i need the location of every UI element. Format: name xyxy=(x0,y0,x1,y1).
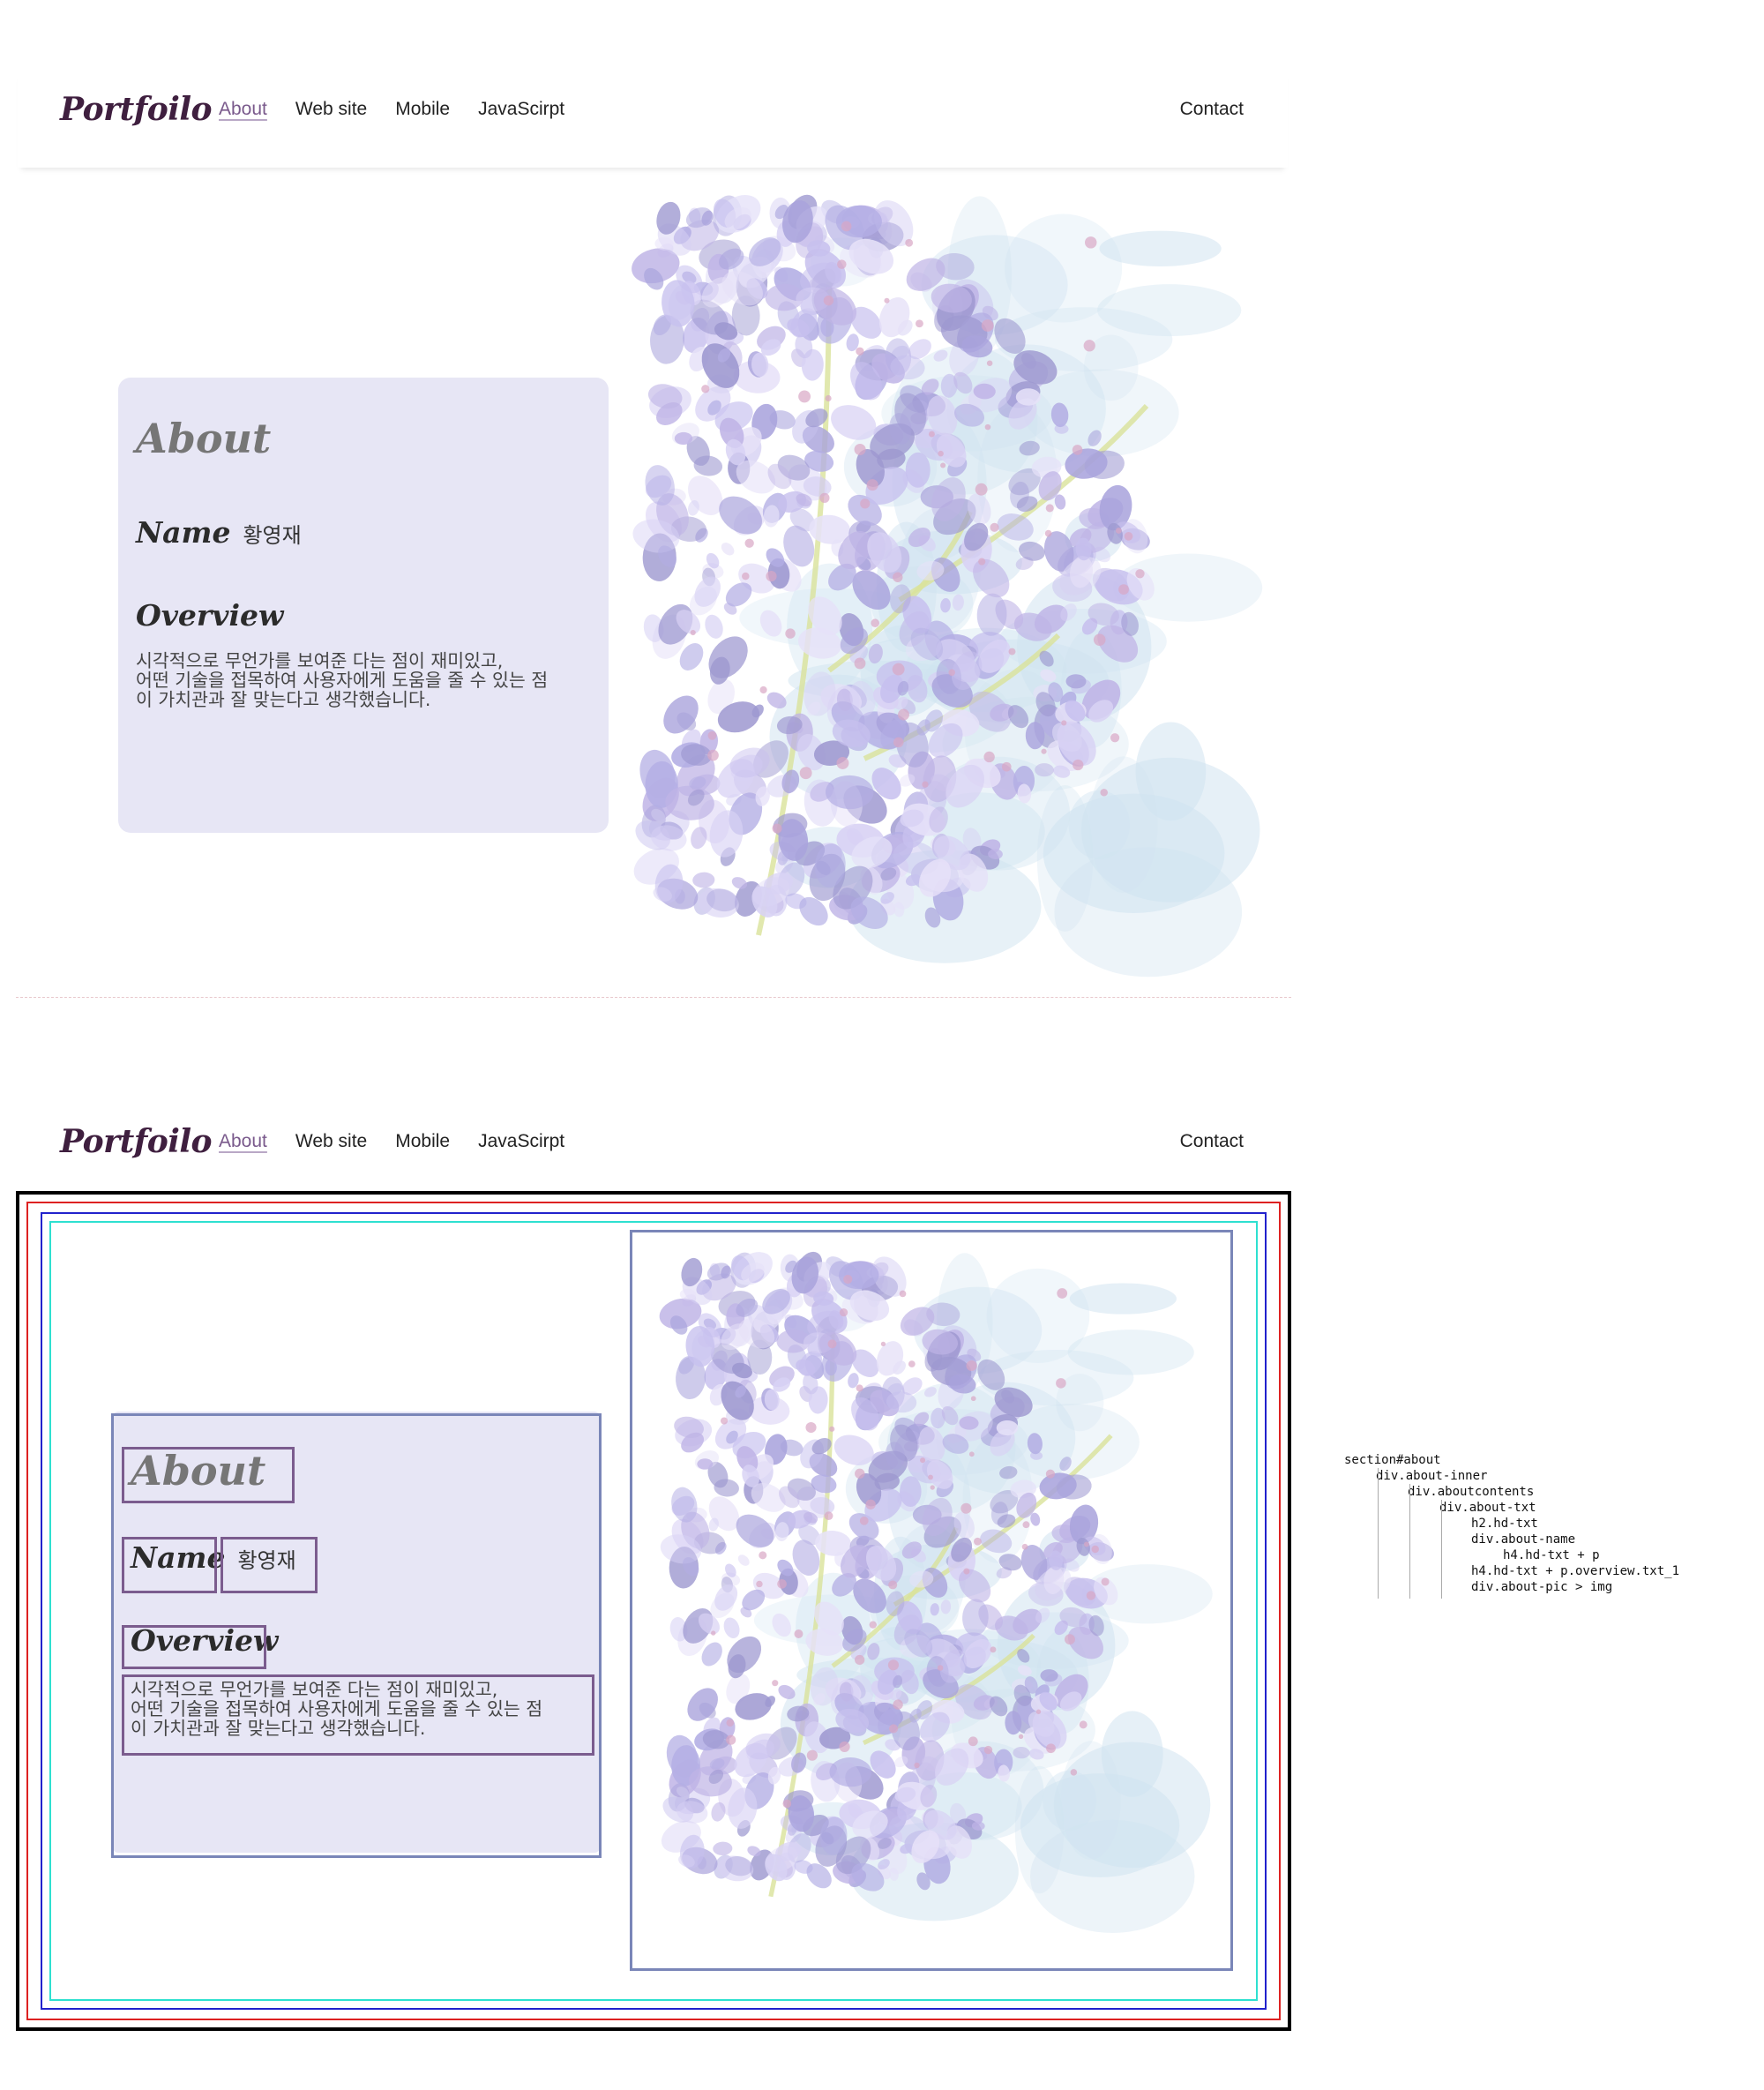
nav-mobile-link[interactable]: Mobile xyxy=(395,1131,450,1152)
overview-line: 이 가치관과 잘 맞는다고 생각했습니다. xyxy=(136,689,431,710)
nav-mobile-link[interactable]: Mobile xyxy=(395,99,450,120)
about-text-card: About Name 황영재 Overview 시각적으로 무언가를 보여준 다… xyxy=(113,1412,600,1853)
name-value: 황영재 xyxy=(237,1548,296,1573)
dom-tree-row: h2.hd-txt xyxy=(1471,1517,1538,1531)
about-name: Name 황영재 xyxy=(131,1540,296,1575)
dom-tree-row: h4.hd-txt + p xyxy=(1503,1548,1600,1562)
nav-contact-link[interactable]: Contact xyxy=(1180,99,1244,120)
tree-guide-line xyxy=(1378,1468,1379,1599)
name-value: 황영재 xyxy=(243,523,302,548)
about-heading: About xyxy=(131,1447,266,1494)
overview-line: 시각적으로 무언가를 보여준 다는 점이 재미있고, xyxy=(136,650,504,671)
dom-tree-row: section#about xyxy=(1344,1453,1441,1467)
dom-tree-row: h4.hd-txt + p.overview.txt_1 xyxy=(1471,1564,1680,1578)
overview-line: 어떤 기술을 접목하여 사용자에게 도움을 줄 수 있는 점 xyxy=(131,1698,543,1719)
about-pic xyxy=(632,1205,1235,1943)
about-section: About Name 황영재 Overview 시각적으로 무언가를 보여준 다… xyxy=(18,168,1288,997)
wisteria-image xyxy=(659,1251,1213,1933)
about-heading: About xyxy=(136,415,272,462)
logo[interactable]: Portfoilo xyxy=(60,1123,213,1160)
nav-website-link[interactable]: Web site xyxy=(295,99,367,120)
logo[interactable]: Portfoilo xyxy=(60,91,213,128)
tree-guide-line xyxy=(1409,1484,1410,1599)
name-label: Name xyxy=(131,1540,226,1575)
about-text-card: About Name 황영재 Overview 시각적으로 무언가를 보여준 다… xyxy=(118,378,609,833)
nav-about-link[interactable]: About xyxy=(219,99,267,120)
overview-text: 시각적으로 무언가를 보여준 다는 점이 재미있고, 어떤 기술을 접목하여 사… xyxy=(136,651,591,709)
overview-line: 어떤 기술을 접목하여 사용자에게 도움을 줄 수 있는 점 xyxy=(136,670,549,691)
name-label: Name xyxy=(136,515,231,550)
nav-menu: About Web site Mobile JavaScirpt xyxy=(219,1131,564,1152)
about-name: Name 황영재 xyxy=(136,515,302,550)
nav-about-link[interactable]: About xyxy=(219,1131,267,1152)
overview-label: Overview xyxy=(131,1623,279,1658)
dom-tree-row: div.about-txt xyxy=(1439,1501,1536,1515)
dom-tree-row: div.aboutcontents xyxy=(1408,1485,1535,1499)
overview-line: 시각적으로 무언가를 보여준 다는 점이 재미있고, xyxy=(131,1679,498,1700)
overview-label: Overview xyxy=(136,598,284,633)
wireframe-navigation: Portfoilo About Web site Mobile JavaScir… xyxy=(18,1103,1288,1173)
dom-tree-row: div.about-pic > img xyxy=(1471,1580,1613,1594)
dom-tree-row: div.about-inner xyxy=(1376,1469,1488,1483)
wireframe-about-section: About Name 황영재 Overview 시각적으로 무언가를 보여준 다… xyxy=(18,1191,1288,2029)
about-pic xyxy=(600,141,1288,988)
nav-javascript-link[interactable]: JavaScirpt xyxy=(478,99,564,120)
nav-contact-link[interactable]: Contact xyxy=(1180,1131,1244,1152)
overview-text: 시각적으로 무언가를 보여준 다는 점이 재미있고, 어떤 기술을 접목하여 사… xyxy=(131,1680,586,1738)
divider xyxy=(16,997,1291,998)
tree-guide-line xyxy=(1441,1500,1442,1599)
nav-website-link[interactable]: Web site xyxy=(295,1131,367,1152)
dom-tree-panel: section#about div.about-inner div.aboutcon… xyxy=(1344,1452,1680,1599)
wisteria-image xyxy=(632,194,1263,978)
overview-line: 이 가치관과 잘 맞는다고 생각했습니다. xyxy=(131,1718,426,1739)
nav-menu: About Web site Mobile JavaScirpt xyxy=(219,99,564,120)
dom-tree-row: div.about-name xyxy=(1471,1532,1576,1547)
nav-javascript-link[interactable]: JavaScirpt xyxy=(478,1131,564,1152)
